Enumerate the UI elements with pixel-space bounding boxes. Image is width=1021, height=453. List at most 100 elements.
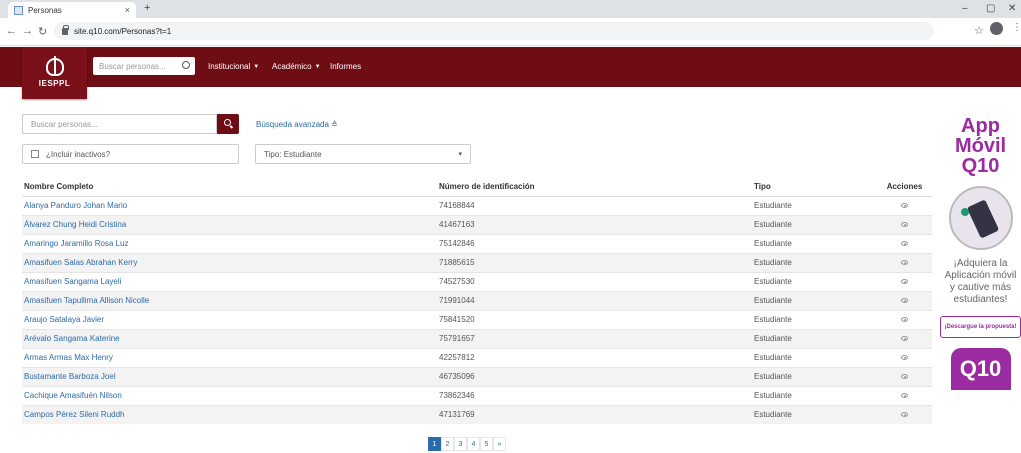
header-acciones: Acciones bbox=[877, 178, 932, 197]
view-eye-icon[interactable] bbox=[901, 260, 908, 265]
person-type: Estudiante bbox=[752, 328, 877, 348]
person-type: Estudiante bbox=[752, 195, 877, 215]
person-name-link[interactable]: Amasifuen Sangama Layeli bbox=[22, 271, 437, 291]
view-eye-icon[interactable] bbox=[901, 241, 908, 246]
person-name-link[interactable]: Cachique Amasifuén Nilson bbox=[22, 385, 437, 405]
header-search-placeholder: Buscar personas... bbox=[99, 61, 166, 71]
menu-label: Académico bbox=[272, 62, 312, 71]
include-inactive-checkbox[interactable] bbox=[31, 150, 39, 158]
menu-institucional[interactable]: Institucional ▼ bbox=[208, 62, 259, 71]
view-eye-icon[interactable] bbox=[901, 203, 908, 208]
menu-label: Informes bbox=[330, 62, 362, 71]
url-text: site.q10.com/Personas?t=1 bbox=[74, 26, 172, 36]
person-name-link[interactable]: Amasifuen Salas Abrahan Kerry bbox=[22, 252, 437, 272]
row-actions bbox=[877, 214, 932, 234]
page-button[interactable]: 3 bbox=[454, 437, 467, 451]
page-button[interactable]: 5 bbox=[480, 437, 493, 451]
view-eye-icon[interactable] bbox=[901, 336, 908, 341]
person-type: Estudiante bbox=[752, 214, 877, 234]
row-actions bbox=[877, 271, 932, 291]
page-button[interactable]: 4 bbox=[467, 437, 480, 451]
person-id: 73862346 bbox=[437, 385, 752, 405]
logo[interactable]: IESPPL bbox=[22, 47, 87, 99]
row-actions bbox=[877, 252, 932, 272]
table-row: Amasifuen Salas Abrahan Kerry 71885615 Est… bbox=[22, 252, 932, 272]
table-row: Campos Pérez Sileni Ruddh 47131769 Estudia… bbox=[22, 404, 932, 424]
person-name-link[interactable]: Alanya Panduro Johan Mario bbox=[22, 195, 437, 215]
header-nombre[interactable]: Nombre Completo bbox=[22, 178, 437, 197]
maximize-icon[interactable]: ▢ bbox=[986, 3, 995, 14]
logo-text: IESPPL bbox=[38, 79, 71, 88]
browser-menu-icon[interactable]: ⋮ bbox=[1012, 22, 1021, 33]
person-name-link[interactable]: Arévalo Sangama Katerine bbox=[22, 328, 437, 348]
window-close-icon[interactable]: ✕ bbox=[1008, 3, 1016, 14]
app-ad-banner[interactable]: App Móvil Q10 ¡Adquiera la Aplicación mó… bbox=[940, 116, 1021, 453]
person-search-input[interactable]: Buscar personas... bbox=[22, 114, 217, 134]
person-id: 71885615 bbox=[437, 252, 752, 272]
view-eye-icon[interactable] bbox=[901, 298, 908, 303]
person-name-link[interactable]: Campos Pérez Sileni Ruddh bbox=[22, 404, 437, 424]
favicon-icon bbox=[14, 5, 23, 15]
browser-tab[interactable]: Personas × bbox=[8, 2, 136, 18]
person-name-link[interactable]: Amasifuen Tapullima Allison Nicolle bbox=[22, 290, 437, 310]
person-name-link[interactable]: Amaringo Jaramillo Rosa Luz bbox=[22, 233, 437, 253]
header-search-input[interactable]: Buscar personas... bbox=[93, 57, 195, 75]
ad-title-line: Móvil bbox=[954, 135, 1007, 157]
row-actions bbox=[877, 290, 932, 310]
person-id: 75791657 bbox=[437, 328, 752, 348]
header-tipo[interactable]: Tipo bbox=[752, 178, 877, 197]
back-icon[interactable]: ← bbox=[6, 25, 17, 37]
search-icon[interactable] bbox=[182, 61, 190, 69]
person-type: Estudiante bbox=[752, 290, 877, 310]
page-button[interactable]: » bbox=[493, 437, 506, 451]
person-id: 46735096 bbox=[437, 366, 752, 386]
view-eye-icon[interactable] bbox=[901, 412, 908, 418]
row-actions bbox=[877, 385, 932, 405]
row-actions bbox=[877, 328, 932, 348]
person-name-link[interactable]: Armas Armas Max Henry bbox=[22, 347, 437, 367]
reload-icon[interactable]: ↻ bbox=[38, 25, 47, 38]
include-inactive-label: ¿Incluir inactivos? bbox=[46, 149, 111, 159]
page-button[interactable]: 1 bbox=[428, 437, 441, 451]
menu-academico[interactable]: Académico ▼ bbox=[272, 62, 321, 71]
tab-close-icon[interactable]: × bbox=[125, 5, 130, 15]
new-tab-icon[interactable]: + bbox=[144, 2, 150, 14]
person-name-link[interactable]: Bustamante Barboza Joel bbox=[22, 366, 437, 386]
forward-icon[interactable]: → bbox=[22, 25, 33, 37]
table-row: Araujo Satalaya Javier 75841520 Estudiante bbox=[22, 309, 932, 329]
page-button[interactable]: 2 bbox=[441, 437, 454, 451]
person-id: 75142846 bbox=[437, 233, 752, 253]
include-inactive-field[interactable]: ¿Incluir inactivos? bbox=[22, 144, 239, 164]
view-eye-icon[interactable] bbox=[901, 393, 908, 398]
person-id: 71991044 bbox=[437, 290, 752, 310]
row-actions bbox=[877, 233, 932, 253]
view-eye-icon[interactable] bbox=[901, 317, 908, 322]
menu-informes[interactable]: Informes bbox=[330, 62, 361, 71]
download-proposal-button[interactable]: ¡Descargue la propuesta! bbox=[940, 316, 1021, 338]
view-eye-icon[interactable] bbox=[901, 222, 908, 227]
row-actions bbox=[877, 347, 932, 367]
pagination: 1 2 3 4 5» bbox=[428, 437, 506, 451]
view-eye-icon[interactable] bbox=[901, 374, 908, 379]
person-id: 47131769 bbox=[437, 404, 752, 424]
header-identificacion[interactable]: Número de identificación bbox=[437, 178, 752, 197]
tab-title: Personas bbox=[28, 5, 62, 15]
bookmark-star-icon[interactable]: ☆ bbox=[974, 24, 984, 37]
person-type: Estudiante bbox=[752, 366, 877, 386]
person-type: Estudiante bbox=[752, 309, 877, 329]
url-field[interactable]: site.q10.com/Personas?t=1 bbox=[54, 22, 934, 40]
advanced-search-link[interactable]: Búsqueda avanzada ≙ bbox=[256, 120, 338, 129]
profile-avatar-icon[interactable] bbox=[990, 22, 1003, 35]
person-name-link[interactable]: Álvarez Chung Heidi Cristina bbox=[22, 214, 437, 234]
person-id: 74527530 bbox=[437, 271, 752, 291]
view-eye-icon[interactable] bbox=[901, 355, 908, 360]
minimize-icon[interactable]: – bbox=[962, 3, 968, 14]
person-name-link[interactable]: Araujo Satalaya Javier bbox=[22, 309, 437, 329]
person-id: 42257812 bbox=[437, 347, 752, 367]
search-button[interactable] bbox=[217, 114, 239, 134]
row-actions bbox=[877, 366, 932, 386]
view-eye-icon[interactable] bbox=[901, 279, 908, 284]
chevron-down-icon: ▾ bbox=[458, 151, 462, 158]
type-select[interactable]: Tipo: Estudiante ▾ bbox=[255, 144, 471, 164]
person-id: 74168844 bbox=[437, 195, 752, 215]
